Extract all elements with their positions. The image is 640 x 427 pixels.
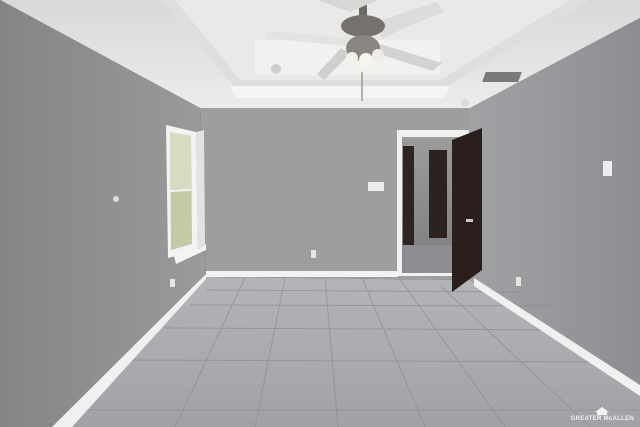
smoke-detector [461,99,469,107]
fan-bulb-2 [359,53,373,67]
ceiling-vent [482,72,522,82]
outlet-back-wall [311,250,316,258]
fan-bulb-3 [372,49,384,61]
room-scene [0,0,640,427]
light-switch-back-wall [368,182,384,191]
outlet-right-wall [516,277,521,286]
window-mullion [169,189,192,192]
window-glass-upper [170,132,191,192]
room-photo: GREATER McALLEN [0,0,640,427]
door-handle [466,219,473,222]
open-door [452,128,482,292]
hallway-far-door [429,150,447,238]
baseboard-back [206,271,398,277]
watermark: GREATER McALLEN [571,407,634,422]
hallway-left-door [403,146,414,246]
light-switch-right-wall [603,161,612,176]
wall-hook [113,196,119,202]
fan-bulb-1 [346,52,358,64]
crown-molding [230,86,450,98]
fan-motor-housing [341,15,385,37]
house-logo-icon [595,407,610,415]
recessed-light [271,64,281,74]
outlet-left-wall [170,279,175,287]
watermark-text: GREATER McALLEN [570,416,634,422]
